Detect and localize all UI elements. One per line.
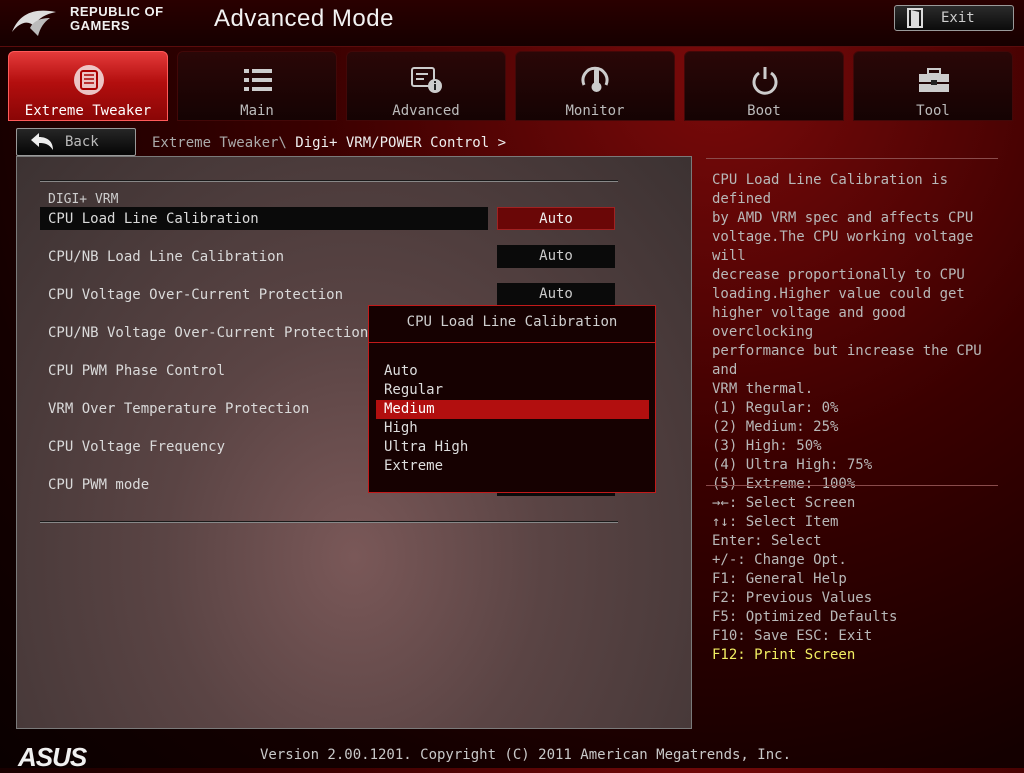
key-hint: +/-: Change Opt.: [712, 552, 847, 568]
back-button[interactable]: Back: [16, 128, 136, 156]
power-icon: [752, 67, 778, 95]
fan-icon: [74, 65, 104, 95]
help-line: VRM thermal.: [712, 381, 814, 397]
tab-label: Advanced: [392, 103, 460, 119]
popup-option-medium[interactable]: Medium: [384, 401, 435, 417]
help-line: CPU Load Line Calibration is defined: [712, 172, 949, 207]
divider-bottom: [40, 521, 618, 523]
key-hint: F1: General Help: [712, 571, 847, 587]
help-line: higher voltage and good overclocking: [712, 305, 906, 340]
thermometer-gauge-icon: [581, 66, 609, 92]
exit-label: Exit: [941, 10, 975, 26]
option-popup: CPU Load Line Calibration Auto Regular M…: [368, 305, 656, 493]
help-line: performance but increase the CPU and: [712, 343, 982, 378]
version-text: Version 2.00.1201. Copyright (C) 2011 Am…: [260, 747, 792, 763]
setting-label-cpu-ocp[interactable]: CPU Voltage Over-Current Protection: [48, 287, 343, 303]
asus-logo: ASUS: [18, 742, 87, 772]
popup-option-auto[interactable]: Auto: [384, 363, 418, 379]
key-hint: F5: Optimized Defaults: [712, 609, 898, 625]
tab-boot[interactable]: Boot: [684, 51, 844, 121]
exit-door-icon: [907, 8, 923, 28]
rog-logo-text: REPUBLIC OF GAMERS: [70, 5, 164, 33]
key-hint: →←: Select Screen: [712, 495, 856, 511]
logo-line-1: REPUBLIC OF: [70, 4, 164, 19]
setting-label-cpu-vfreq[interactable]: CPU Voltage Frequency: [48, 439, 225, 455]
back-label: Back: [65, 134, 99, 150]
tab-monitor[interactable]: Monitor: [515, 51, 675, 121]
setting-label-vrm-otp[interactable]: VRM Over Temperature Protection: [48, 401, 309, 417]
popup-option-ultra-high[interactable]: Ultra High: [384, 439, 468, 455]
rog-logo-icon: [12, 10, 56, 36]
key-hint: F10: Save ESC: Exit: [712, 628, 873, 644]
tab-label: Tool: [916, 103, 950, 119]
tab-label: Extreme Tweaker: [24, 103, 152, 119]
tab-extreme-tweaker[interactable]: Extreme Tweaker: [8, 51, 168, 121]
popup-option-extreme[interactable]: Extreme: [384, 458, 443, 474]
breadcrumb: Extreme Tweaker\ Digi+ VRM/POWER Control…: [152, 135, 506, 151]
list-icon: [244, 69, 272, 91]
chip-info-icon: [411, 67, 442, 93]
popup-option-regular[interactable]: Regular: [384, 382, 443, 398]
key-hint: F2: Previous Values: [712, 590, 873, 606]
logo-line-2: GAMERS: [70, 18, 131, 33]
help-line: (1) Regular: 0%: [712, 400, 839, 416]
popup-divider: [369, 342, 655, 343]
popup-option-high[interactable]: High: [384, 420, 418, 436]
help-line: loading.Higher value could get: [712, 286, 965, 302]
help-line: voltage.The CPU working voltage will: [712, 229, 974, 264]
tab-tool[interactable]: Tool: [853, 51, 1013, 121]
help-line: decrease proportionally to CPU: [712, 267, 965, 283]
setting-label-pwm-mode[interactable]: CPU PWM mode: [48, 477, 149, 493]
help-line: (2) Medium: 25%: [712, 419, 839, 435]
setting-value-cpu-ocp[interactable]: Auto: [497, 283, 615, 306]
divider-top: [40, 180, 618, 182]
key-hint: Enter: Select: [712, 533, 822, 549]
setting-label-cpunb-llc[interactable]: CPU/NB Load Line Calibration: [48, 249, 284, 265]
toolbox-icon: [919, 68, 949, 92]
setting-label-pwm-phase[interactable]: CPU PWM Phase Control: [48, 363, 225, 379]
key-hint: ↑↓: Select Item: [712, 514, 839, 530]
setting-value-cpunb-llc[interactable]: Auto: [497, 245, 615, 268]
help-divider-bottom: [706, 485, 998, 486]
tab-label: Monitor: [565, 103, 625, 119]
popup-title: CPU Load Line Calibration: [406, 314, 618, 330]
back-arrow-icon: [31, 133, 53, 150]
tab-label: Main: [240, 103, 274, 119]
key-legend: →←: Select Screen ↑↓: Select Item Enter:…: [712, 494, 897, 665]
breadcrumb-parent[interactable]: Extreme Tweaker\: [152, 135, 287, 151]
setting-value-cpu-llc[interactable]: Auto: [497, 207, 615, 230]
help-line: by AMD VRM spec and affects CPU: [712, 210, 974, 226]
help-line: (3) High: 50%: [712, 438, 822, 454]
page-title: Advanced Mode: [214, 5, 394, 32]
help-divider-top: [706, 158, 998, 159]
setting-label-cpunb-ocp[interactable]: CPU/NB Voltage Over-Current Protection: [48, 325, 368, 341]
setting-label-cpu-llc[interactable]: CPU Load Line Calibration: [48, 211, 259, 227]
tab-advanced[interactable]: Advanced: [346, 51, 506, 121]
section-title: DIGI+ VRM: [48, 192, 119, 207]
breadcrumb-current: Digi+ VRM/POWER Control >: [295, 135, 507, 151]
header-bar: REPUBLIC OF GAMERS Advanced Mode Exit: [0, 0, 1024, 47]
tab-label: Boot: [747, 103, 781, 119]
key-hint-print-screen: F12: Print Screen: [712, 647, 856, 663]
tab-main[interactable]: Main: [177, 51, 337, 121]
exit-button[interactable]: Exit: [894, 5, 1014, 31]
help-description: CPU Load Line Calibration is defined by …: [712, 171, 1008, 494]
help-line: (4) Ultra High: 75%: [712, 457, 873, 473]
